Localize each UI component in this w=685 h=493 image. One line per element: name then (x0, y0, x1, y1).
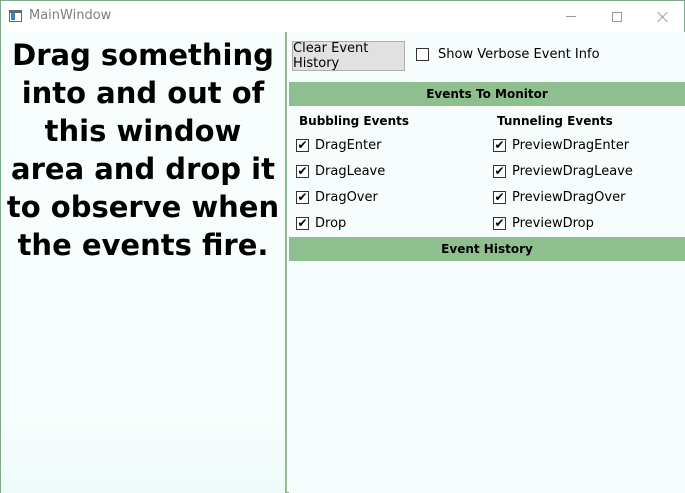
checkbox[interactable]: ✔ (493, 138, 506, 152)
event-checkbox-dragleave[interactable]: ✔ DragLeave (296, 158, 385, 184)
event-label: PreviewDrop (512, 215, 594, 231)
event-label: Drop (315, 215, 347, 231)
event-label: PreviewDragLeave (512, 163, 633, 179)
checkbox[interactable]: ✔ (493, 164, 506, 178)
checkbox[interactable]: ✔ (296, 138, 309, 152)
window-app-icon (9, 10, 22, 22)
bubbling-events-list: ✔ DragEnter ✔ DragLeave ✔ DragOver ✔ Dro… (296, 132, 385, 236)
event-label: PreviewDragOver (512, 189, 626, 205)
bubbling-events-title: Bubbling Events (299, 114, 409, 128)
verbose-checkbox[interactable] (416, 48, 429, 61)
checkbox[interactable]: ✔ (296, 216, 309, 230)
event-checkbox-dragenter[interactable]: ✔ DragEnter (296, 132, 385, 158)
close-icon (657, 11, 669, 23)
event-label: DragOver (315, 189, 378, 205)
minimize-icon (566, 16, 576, 17)
checkbox[interactable]: ✔ (493, 190, 506, 204)
title-bar[interactable]: MainWindow (1, 1, 684, 32)
event-checkbox-previewdragenter[interactable]: ✔ PreviewDragEnter (493, 132, 633, 158)
close-button[interactable] (640, 1, 685, 32)
event-checkbox-previewdragleave[interactable]: ✔ PreviewDragLeave (493, 158, 633, 184)
clear-event-history-button[interactable]: Clear Event History (292, 41, 405, 71)
drop-target-area[interactable]: Drag something into and out of this wind… (1, 32, 287, 493)
verbose-label: Show Verbose Event Info (438, 47, 600, 62)
events-to-monitor-header: Events To Monitor (289, 82, 685, 106)
main-window: MainWindow Drag something into and out o… (0, 0, 685, 493)
event-checkbox-dragover[interactable]: ✔ DragOver (296, 184, 385, 210)
minimize-button[interactable] (548, 1, 594, 32)
event-label: DragEnter (315, 137, 382, 153)
verbose-event-info-toggle[interactable]: Show Verbose Event Info (416, 47, 600, 62)
events-panel: Clear Event History Show Verbose Event I… (289, 32, 685, 493)
event-history-list[interactable] (289, 261, 685, 493)
event-checkbox-previewdragover[interactable]: ✔ PreviewDragOver (493, 184, 633, 210)
checkbox[interactable]: ✔ (493, 216, 506, 230)
event-checkbox-drop[interactable]: ✔ Drop (296, 210, 385, 236)
event-history-header: Event History (289, 237, 685, 261)
maximize-icon (612, 11, 622, 22)
event-label: DragLeave (315, 163, 386, 179)
event-checkbox-previewdrop[interactable]: ✔ PreviewDrop (493, 210, 633, 236)
checkbox[interactable]: ✔ (296, 164, 309, 178)
maximize-button[interactable] (594, 1, 640, 32)
tunneling-events-title: Tunneling Events (497, 114, 613, 128)
event-label: PreviewDragEnter (512, 137, 630, 153)
checkbox[interactable]: ✔ (296, 190, 309, 204)
window-title: MainWindow (29, 8, 112, 23)
tunneling-events-list: ✔ PreviewDragEnter ✔ PreviewDragLeave ✔ … (493, 132, 633, 236)
drop-instructions: Drag something into and out of this wind… (6, 38, 280, 262)
